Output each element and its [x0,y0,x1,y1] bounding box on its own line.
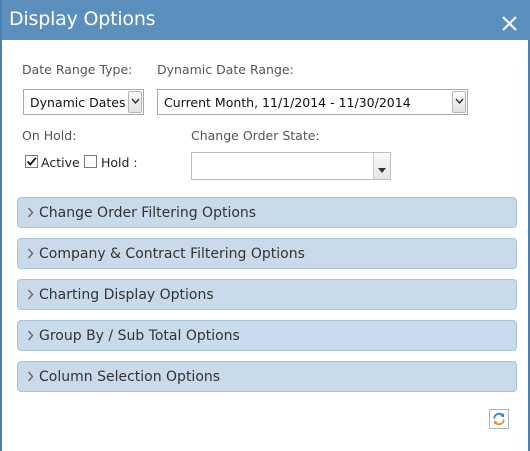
date-range-type-label: Date Range Type: [22,62,133,77]
refresh-icon[interactable] [489,409,509,429]
dropdown-arrow-icon[interactable] [373,153,390,179]
section-label: Charting Display Options [39,287,214,303]
chevron-right-icon [27,289,34,300]
chevron-down-icon [452,91,466,113]
section-change-order-filtering[interactable]: Change Order Filtering Options [17,197,517,228]
chevron-right-icon [27,248,34,259]
section-label: Column Selection Options [39,369,221,385]
display-options-dialog: Display Options Date Range Type: Dynamic… [0,0,530,451]
on-hold-label: On Hold: [22,128,77,143]
hold-label[interactable]: Hold : [101,155,138,170]
date-range-type-value: Dynamic Dates [30,95,126,110]
dialog-title: Display Options [9,8,156,30]
chevron-right-icon [27,371,34,382]
section-label: Change Order Filtering Options [39,205,257,221]
date-range-type-select[interactable]: Dynamic Dates [23,89,144,115]
close-icon[interactable] [499,13,521,35]
chevron-down-icon [128,91,142,113]
dialog-titlebar: Display Options [2,0,530,40]
hold-checkbox[interactable] [84,155,97,168]
section-group-by-subtotal[interactable]: Group By / Sub Total Options [17,320,517,351]
section-label: Company & Contract Filtering Options [39,246,305,262]
dynamic-date-range-value: Current Month, 11/1/2014 - 11/30/2014 [164,95,411,110]
section-column-selection[interactable]: Column Selection Options [17,361,517,392]
section-charting-display[interactable]: Charting Display Options [17,279,517,310]
dynamic-date-range-label: Dynamic Date Range: [157,62,294,77]
chevron-right-icon [27,207,34,218]
change-order-state-label: Change Order State: [191,128,320,143]
section-label: Group By / Sub Total Options [39,328,240,344]
dynamic-date-range-select[interactable]: Current Month, 11/1/2014 - 11/30/2014 [157,89,468,115]
section-company-contract-filtering[interactable]: Company & Contract Filtering Options [17,238,517,269]
active-label[interactable]: Active [41,155,80,170]
chevron-right-icon [27,330,34,341]
change-order-state-select[interactable] [191,152,391,180]
active-checkbox[interactable] [25,155,38,168]
